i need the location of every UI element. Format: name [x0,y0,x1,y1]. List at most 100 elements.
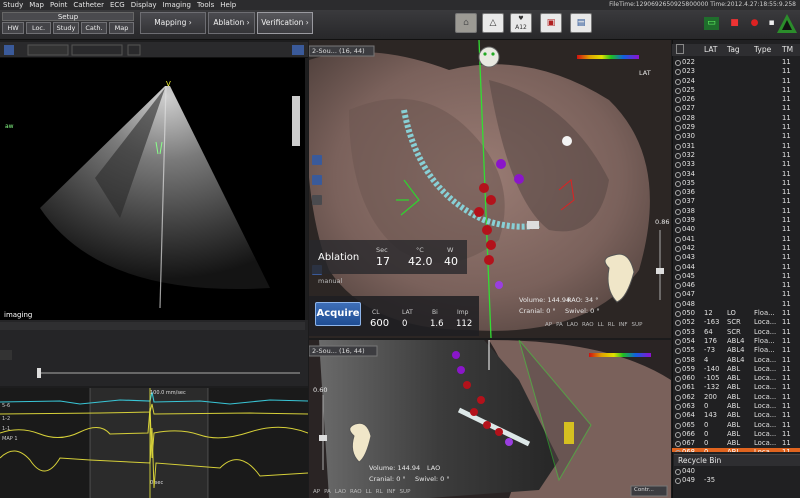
row-check-icon[interactable] [675,478,681,485]
view2-ap-button[interactable]: AP [313,489,320,495]
table-row[interactable]: 053 64 SCR Loca... 11 [672,328,800,337]
table-row[interactable]: 054 176 ABL4 Floa... 11 [672,337,800,346]
row-check-icon[interactable] [675,60,681,66]
view2-ll-button[interactable]: LL [366,489,372,495]
row-check-icon[interactable] [675,190,681,197]
row-check-icon[interactable] [675,115,681,122]
table-row[interactable]: 037 11 [672,197,800,206]
row-check-icon[interactable] [675,450,681,452]
table-row[interactable]: 035 11 [672,179,800,188]
row-check-icon[interactable] [675,357,681,364]
table-row[interactable]: 026 11 [672,95,800,104]
row-check-icon[interactable] [675,134,681,141]
echo-expand-icon[interactable] [292,45,304,55]
table-row[interactable]: 042 11 [672,244,800,253]
view2-inf-button[interactable]: INF [387,489,396,495]
row-check-icon[interactable] [675,255,681,262]
row-check-icon[interactable] [675,301,681,308]
table-row[interactable]: 049 -35 [672,476,800,485]
row-check-icon[interactable] [675,218,681,225]
select-all-checkbox[interactable] [676,44,684,54]
table-row[interactable]: 028 11 [672,114,800,123]
echo-image-view[interactable]: V aw imaging [0,58,305,320]
row-check-icon[interactable] [675,422,681,429]
col-type[interactable]: Type [754,44,771,56]
table-row[interactable]: 062 200 ABL Loca... 11 [672,393,800,402]
row-check-icon[interactable] [675,69,681,76]
table-row[interactable]: 032 11 [672,151,800,160]
map-shell-icon[interactable]: △ [482,13,504,33]
view-lao-button[interactable]: LAO [567,322,578,328]
table-row[interactable]: 050 12 LO Floa... 11 [672,309,800,318]
table-row[interactable]: 058 4 ABL4 Loca... 11 [672,356,800,365]
monitor-icon[interactable]: ▭ [704,17,719,30]
rotate-tool-icon[interactable] [312,175,322,185]
setup-loc-button[interactable]: Loc. [26,22,51,34]
table-row[interactable]: 038 11 [672,207,800,216]
screen-icon[interactable]: ▤ [570,13,592,33]
row-check-icon[interactable] [675,376,681,383]
table-row[interactable]: 068 0 ABL Loca... 11 [672,448,800,452]
zoom-slider-handle[interactable] [656,268,664,274]
view-inf-button[interactable]: INF [619,322,628,328]
table-row[interactable]: 052 -163 SCR Loca... 11 [672,318,800,327]
table-row[interactable]: 047 11 [672,290,800,299]
view2-lao-button[interactable]: LAO [335,489,346,495]
camera-icon[interactable]: ⌂ [455,13,477,33]
export-icon[interactable]: ▣ [540,13,562,33]
setup-cath-button[interactable]: Cath. [81,22,107,34]
view-rao-button[interactable]: RAO [582,322,594,328]
table-row[interactable]: 066 0 ABL Loca... 11 [672,430,800,439]
row-check-icon[interactable] [675,208,681,215]
heart-icon[interactable]: ♥ A12 [510,13,532,33]
row-check-icon[interactable] [675,348,681,355]
alert-icon[interactable]: ■ [727,17,742,30]
menu-catheter[interactable]: Catheter [70,0,107,10]
points-list[interactable]: 022 11 023 11 024 11 025 11 026 11 027 11 028 11 029 11… [672,58,800,452]
echo-scroll-track[interactable] [0,322,305,330]
table-row[interactable]: 039 11 [672,216,800,225]
row-check-icon[interactable] [675,413,681,420]
table-row[interactable]: 059 -140 ABL Loca... 11 [672,365,800,374]
row-check-icon[interactable] [675,311,681,318]
row-check-icon[interactable] [675,394,681,401]
acquire-button[interactable]: Acquire [315,302,361,326]
setup-study-button[interactable]: Study [53,22,79,34]
menu-point[interactable]: Point [47,0,70,10]
echo-tool-icon[interactable] [4,45,14,55]
row-check-icon[interactable] [675,152,681,159]
table-row[interactable]: 041 11 [672,235,800,244]
view-rl-button[interactable]: RL [608,322,615,328]
view2-pa-button[interactable]: PA [324,489,331,495]
table-row[interactable]: 024 11 [672,77,800,86]
recycle-list[interactable]: 040 049 -35 [672,467,800,498]
row-check-icon[interactable] [675,469,681,475]
menu-map[interactable]: Map [26,0,47,10]
echo-tool-group[interactable] [27,44,69,56]
view-ap-button[interactable]: AP [545,322,552,328]
table-row[interactable]: 045 11 [672,272,800,281]
echo-select[interactable] [71,44,123,56]
table-row[interactable]: 025 11 [672,86,800,95]
table-row[interactable]: 044 11 [672,263,800,272]
recycle-bin-header[interactable]: Recycle Bin [674,454,800,466]
table-row[interactable]: 034 11 [672,170,800,179]
row-check-icon[interactable] [675,292,681,299]
ecg-panel[interactable]: 100.0 mm/sec 0 sec 5-6 1-2 1-1 MAP 1 [0,388,309,498]
table-row[interactable]: 046 11 [672,281,800,290]
table-row[interactable]: 067 0 ABL Loca... 11 [672,439,800,448]
secondary-3d-view[interactable]: 2-Sou... (16, 44) 0.60 Volume: 144.94 LA… [309,340,671,498]
setup-map-button[interactable]: Map [109,22,134,34]
row-check-icon[interactable] [675,320,681,327]
table-row[interactable]: 065 0 ABL Loca... 11 [672,421,800,430]
table-row[interactable]: 027 11 [672,104,800,113]
row-check-icon[interactable] [675,87,681,94]
menu-help[interactable]: Help [217,0,239,10]
setup-hw-button[interactable]: HW [2,22,24,34]
table-row[interactable]: 063 0 ABL Loca... 11 [672,402,800,411]
echo-side-button[interactable] [0,350,12,360]
view-pa-button[interactable]: PA [556,322,563,328]
col-tm[interactable]: TM [782,44,793,56]
table-row[interactable]: 033 11 [672,160,800,169]
view2-rao-button[interactable]: RAO [350,489,362,495]
